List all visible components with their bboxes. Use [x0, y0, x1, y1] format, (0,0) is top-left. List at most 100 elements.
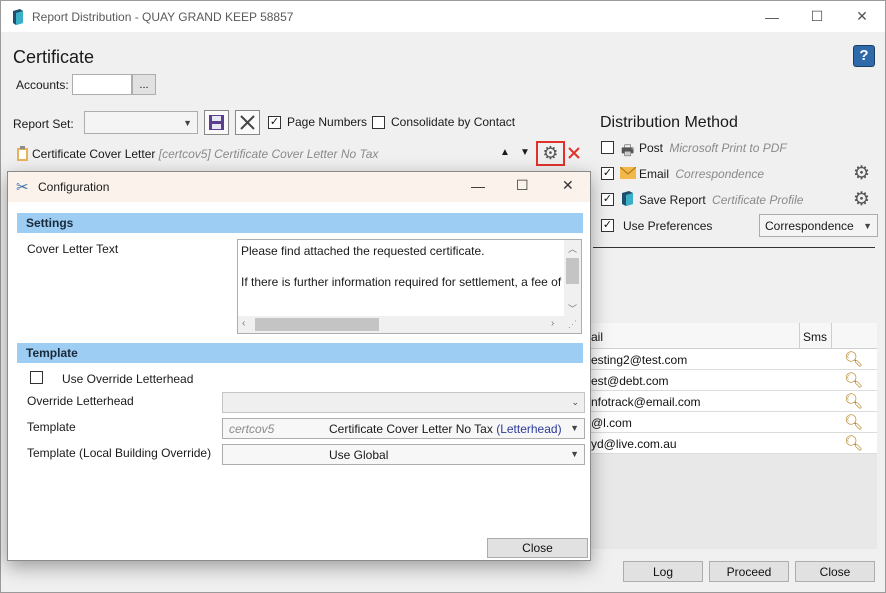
template-section-header: Template	[17, 343, 583, 363]
table-row[interactable]: nfotrack@email.com 🔍︎	[591, 391, 877, 412]
save-report-label: Save Report	[639, 193, 706, 207]
override-letterhead-select[interactable]: ⌄	[222, 392, 585, 413]
accounts-label: Accounts:	[16, 78, 69, 92]
move-down-icon[interactable]: ▼	[520, 147, 530, 158]
save-report-set-button[interactable]	[204, 110, 229, 135]
resize-grip-icon: ⋰	[568, 319, 577, 329]
minimize-button[interactable]: —	[749, 1, 795, 32]
use-preferences-label: Use Preferences	[623, 219, 713, 233]
chevron-down-icon: ⌄	[571, 397, 579, 407]
gear-icon: ⚙	[542, 143, 559, 163]
close-window-button[interactable]: ✕	[839, 1, 885, 32]
divider	[593, 247, 875, 248]
app-logo-icon	[13, 9, 23, 25]
save-report-settings-gear-icon[interactable]: ⚙	[853, 188, 870, 211]
maximize-button[interactable]: ☐	[794, 1, 840, 32]
template-code: certcov5	[229, 422, 275, 436]
save-report-method: Save Report Certificate Profile	[639, 193, 803, 207]
template-select[interactable]: certcov5 Certificate Cover Letter No Tax…	[222, 418, 585, 439]
recipient-email: nfotrack@email.com	[591, 395, 701, 409]
template-letterhead-suffix: (Letterhead)	[496, 422, 562, 436]
certificate-heading: Certificate	[13, 47, 95, 67]
local-override-select[interactable]: Use Global ▼	[222, 444, 585, 465]
help-button[interactable]: ?	[853, 45, 875, 67]
email-checkbox[interactable]: ✓	[601, 167, 614, 180]
close-button[interactable]: Close	[795, 561, 875, 582]
search-icon[interactable]: 🔍︎	[844, 434, 863, 452]
envelope-icon	[620, 167, 636, 179]
page-numbers-checkbox[interactable]: ✓	[268, 116, 281, 129]
printer-icon: 🖶	[621, 142, 635, 158]
save-report-checkbox[interactable]: ✓	[601, 193, 614, 206]
cover-letter-textarea[interactable]: Please find attached the requested certi…	[237, 239, 582, 334]
move-up-icon[interactable]: ▲	[500, 147, 510, 158]
help-icon: ?	[859, 47, 869, 64]
cover-letter-line-1: Please find attached the requested certi…	[241, 244, 485, 258]
remove-report-icon[interactable]	[568, 147, 580, 159]
recipient-email: yd@live.com.au	[591, 437, 677, 451]
cover-letter-line-2: If there is further information required…	[241, 275, 562, 289]
scroll-up-icon[interactable]: ︿	[568, 242, 577, 255]
scroll-left-icon[interactable]: ‹	[242, 318, 245, 329]
dialog-title: Configuration	[38, 180, 110, 194]
chevron-down-icon: ▼	[570, 449, 579, 459]
distribution-heading: Distribution Method	[600, 114, 738, 131]
save-report-detail: Certificate Profile	[712, 193, 804, 207]
report-row[interactable]: Certificate Cover Letter [certcov5] Cert…	[32, 147, 378, 161]
configure-report-button[interactable]: ⚙	[536, 141, 565, 166]
horizontal-scrollbar[interactable]: ‹ › ⋰	[238, 316, 581, 333]
dialog-close-action-button[interactable]: Close	[487, 538, 588, 558]
accounts-browse-button[interactable]: ...	[132, 74, 156, 95]
report-code: [certcov5]	[158, 147, 211, 161]
dialog-minimize-button[interactable]: —	[471, 178, 485, 194]
template-name: Certificate Cover Letter No Tax	[329, 422, 493, 436]
table-row[interactable]: yd@live.com.au 🔍︎	[591, 433, 877, 454]
vertical-scrollbar[interactable]: ︿ ﹀	[564, 240, 581, 316]
search-icon[interactable]: 🔍︎	[844, 350, 863, 368]
table-row[interactable]: esting2@test.com 🔍︎	[591, 349, 877, 370]
email-label: Email	[639, 167, 670, 181]
chevron-down-icon: ▼	[183, 117, 192, 128]
column-header-email: ail	[591, 330, 604, 344]
dialog-close-button[interactable]: ✕	[562, 177, 574, 194]
dialog-maximize-button[interactable]: ☐	[516, 177, 529, 194]
scroll-thumb-horizontal[interactable]	[255, 318, 379, 331]
delete-report-set-button[interactable]	[235, 110, 260, 135]
search-icon[interactable]: 🔍︎	[844, 392, 863, 410]
local-override-value: Use Global	[329, 448, 389, 462]
recipient-email: est@debt.com	[591, 374, 669, 388]
configuration-dialog: ✂ Configuration — ☐ ✕ Settings Cover Let…	[7, 171, 591, 561]
window-title: Report Distribution - QUAY GRAND KEEP 58…	[32, 10, 294, 24]
scroll-thumb[interactable]	[566, 258, 579, 284]
floppy-disk-icon	[209, 115, 224, 130]
email-method: Email Correspondence	[639, 167, 764, 181]
use-preferences-checkbox[interactable]: ✓	[601, 219, 614, 232]
table-row[interactable]: @l.com 🔍︎	[591, 412, 877, 433]
accounts-input[interactable]	[72, 74, 132, 95]
report-description: Certificate Cover Letter No Tax	[214, 147, 379, 161]
template-label: Template	[27, 420, 76, 434]
report-set-select[interactable]: ▼	[84, 111, 198, 134]
recipients-grid: ail Sms esting2@test.com 🔍︎ est@debt.com…	[591, 323, 877, 549]
search-icon[interactable]: 🔍︎	[844, 371, 863, 389]
tools-icon: ✂	[16, 179, 29, 196]
clipboard-icon	[17, 146, 28, 161]
local-override-label: Template (Local Building Override)	[27, 446, 212, 460]
preferences-select[interactable]: Correspondence ▼	[759, 214, 878, 237]
email-settings-gear-icon[interactable]: ⚙	[853, 162, 870, 185]
consolidate-checkbox[interactable]	[372, 116, 385, 129]
recipient-email: @l.com	[591, 416, 632, 430]
consolidate-label: Consolidate by Contact	[391, 115, 516, 129]
table-row[interactable]: est@debt.com 🔍︎	[591, 370, 877, 391]
proceed-button[interactable]: Proceed	[709, 561, 789, 582]
log-button[interactable]: Log	[623, 561, 703, 582]
save-report-icon	[622, 191, 633, 206]
post-checkbox[interactable]	[601, 141, 614, 154]
settings-section-header: Settings	[17, 213, 583, 233]
scroll-right-icon[interactable]: ›	[551, 318, 554, 329]
use-override-letterhead-checkbox[interactable]	[30, 371, 43, 384]
scroll-down-icon[interactable]: ﹀	[568, 302, 577, 315]
use-override-letterhead-label: Use Override Letterhead	[62, 372, 194, 386]
chevron-down-icon: ▼	[570, 423, 579, 433]
search-icon[interactable]: 🔍︎	[844, 413, 863, 431]
